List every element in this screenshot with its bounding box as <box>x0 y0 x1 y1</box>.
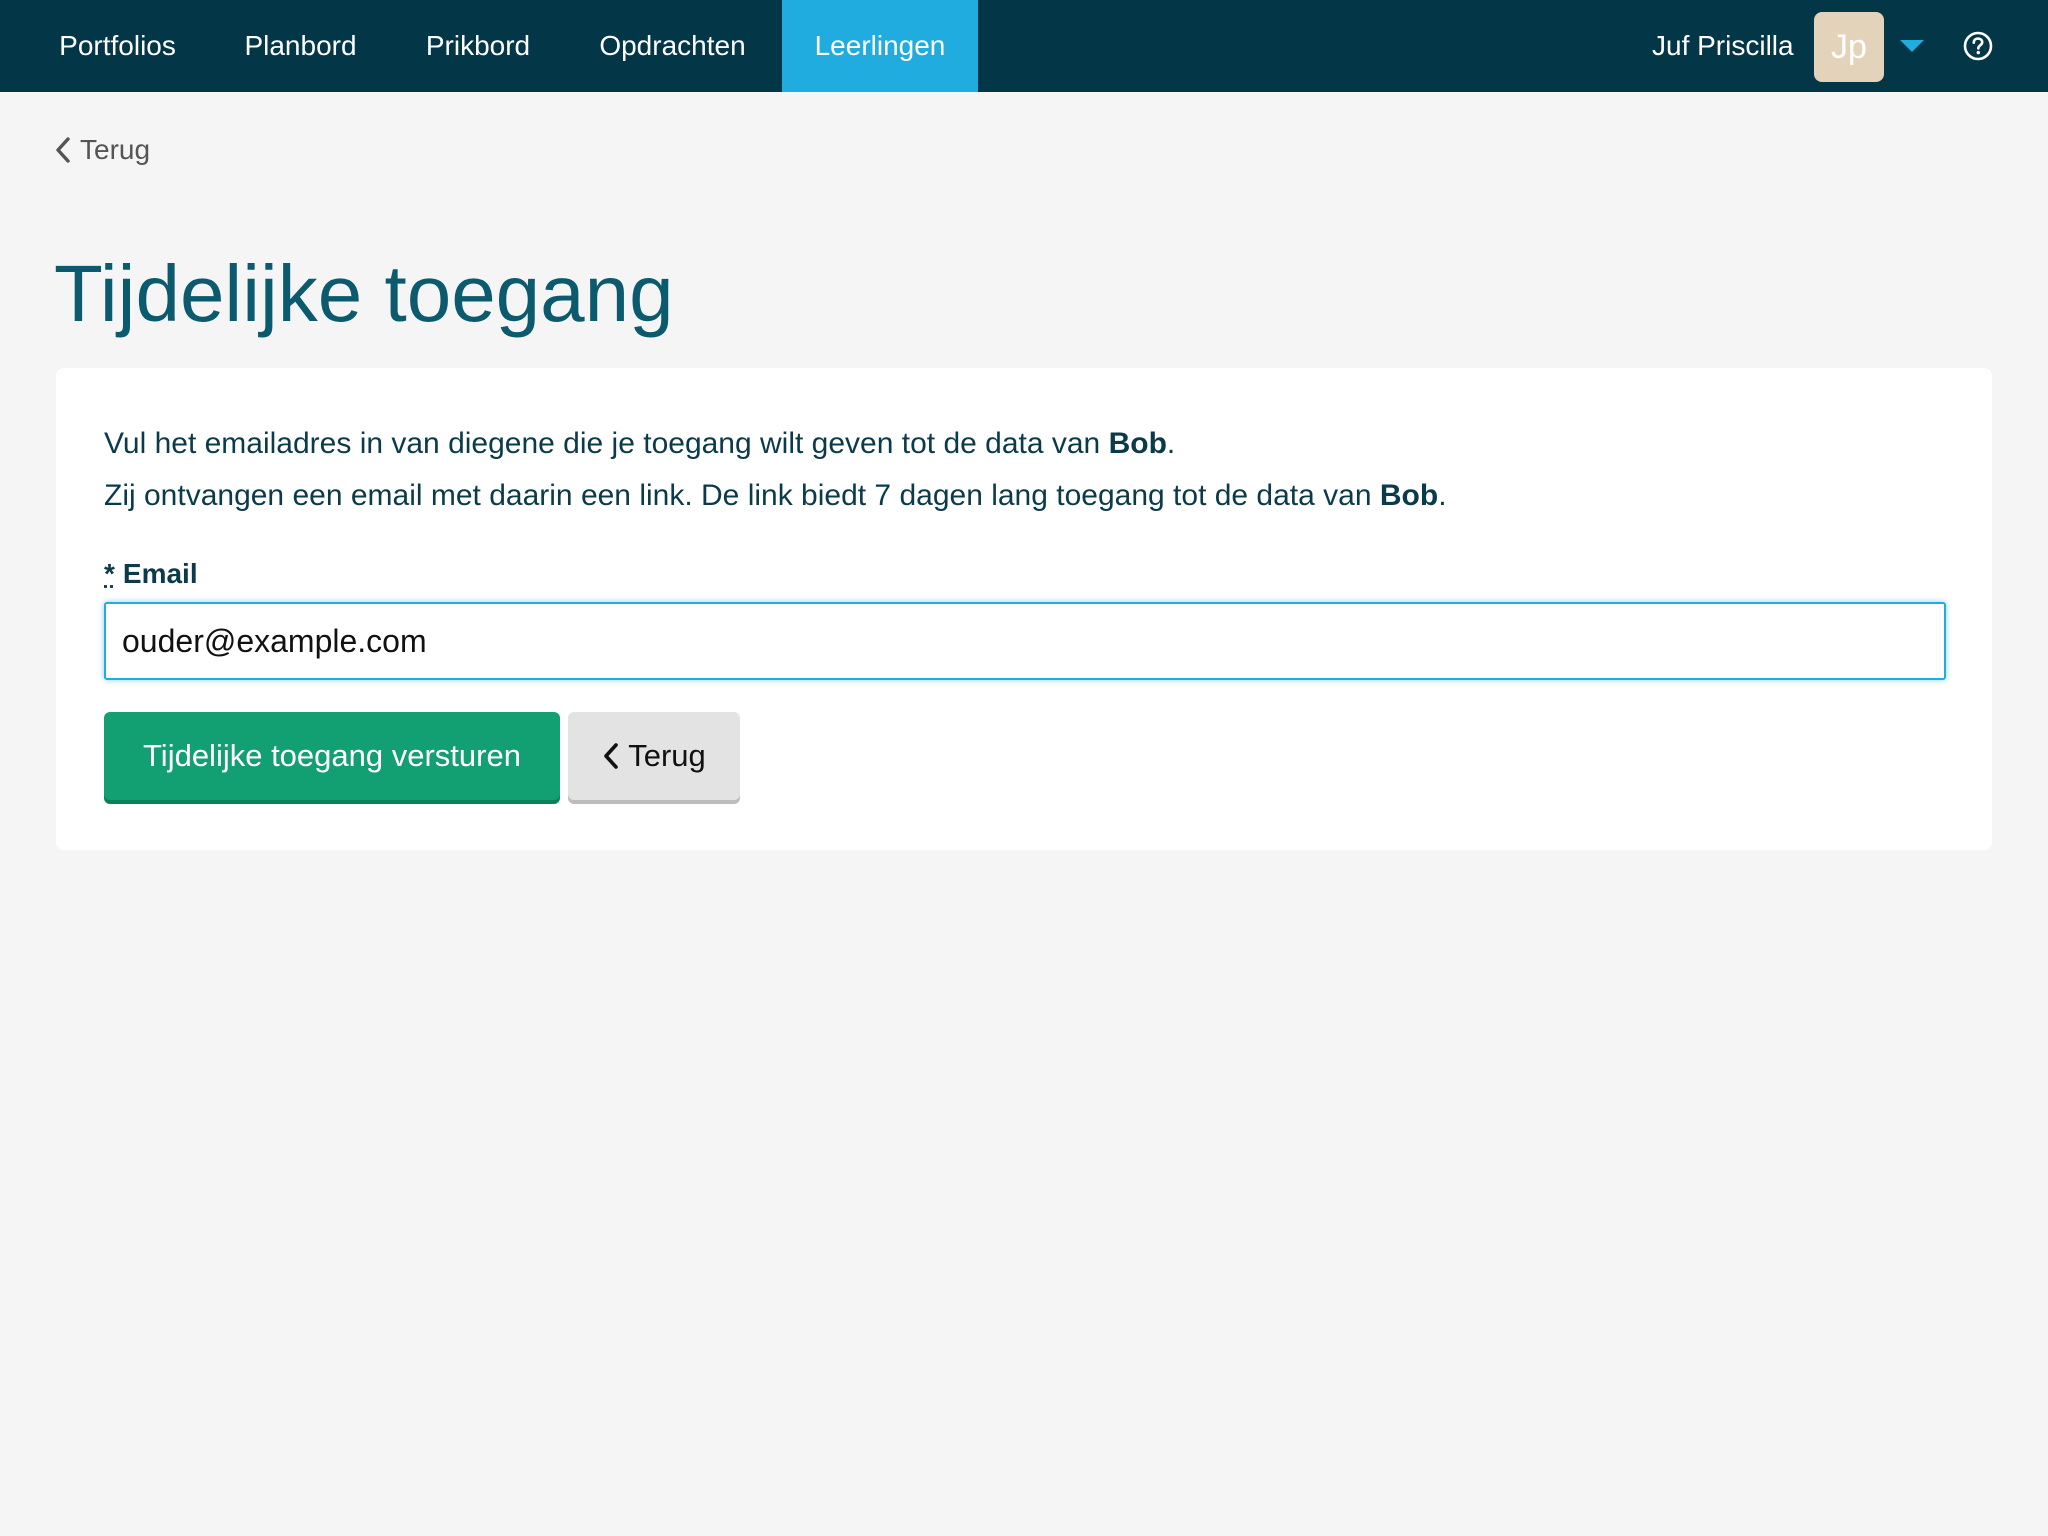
back-button[interactable]: Terug <box>568 712 740 800</box>
email-label: * Email <box>104 558 198 589</box>
intro-line-2: Zij ontvangen een email met daarin een l… <box>104 479 1447 512</box>
chevron-left-icon <box>56 137 70 163</box>
back-link[interactable]: Terug <box>54 128 150 172</box>
send-temporary-access-button[interactable]: Tijdelijke toegang versturen <box>104 712 560 800</box>
back-link-label: Terug <box>80 134 151 165</box>
user-name[interactable]: Juf Priscilla <box>1652 0 1794 92</box>
chevron-left-icon <box>604 743 619 769</box>
access-form-card: Vul het emailadres in van diegene die je… <box>56 368 1992 850</box>
caret-down-icon[interactable] <box>1896 34 1928 58</box>
page-title: Tijdelijke toegang <box>54 249 674 338</box>
back-button-label: Terug <box>628 738 706 773</box>
nav-tab-leerlingen[interactable]: Leerlingen <box>782 0 978 92</box>
required-marker: * <box>104 558 115 589</box>
question-circle-icon[interactable] <box>1962 30 1994 62</box>
intro-line-1: Vul het emailadres in van diegene die je… <box>104 427 1176 460</box>
nav-tab-portfolios[interactable]: Portfolios <box>40 0 195 92</box>
student-name: Bob <box>1379 479 1439 512</box>
avatar[interactable]: Jp <box>1814 12 1884 82</box>
nav-tab-opdrachten[interactable]: Opdrachten <box>580 0 765 92</box>
email-field[interactable] <box>104 602 1946 680</box>
intro-text: Vul het emailadres in van diegene die je… <box>104 418 1447 522</box>
student-name: Bob <box>1108 427 1167 460</box>
nav-tab-planbord[interactable]: Planbord <box>228 0 373 92</box>
nav-tab-prikbord[interactable]: Prikbord <box>408 0 548 92</box>
top-navigation-bar: Portfolios Planbord Prikbord Opdrachten … <box>0 0 2048 92</box>
